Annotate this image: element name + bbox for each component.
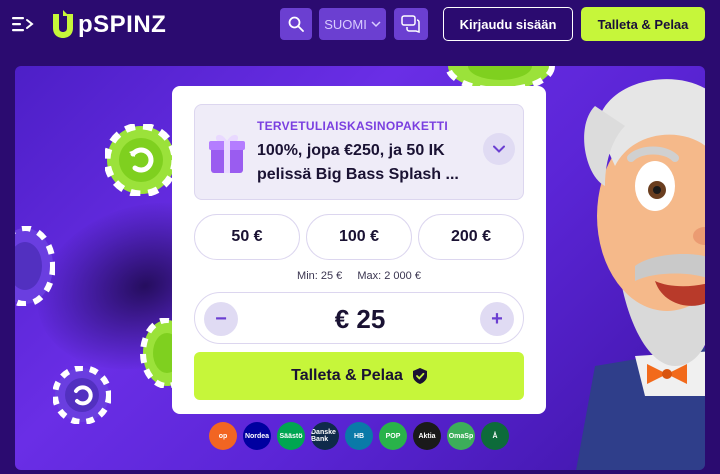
chip-icon — [53, 366, 111, 424]
logo-mark-icon — [53, 10, 73, 38]
deposit-play-button[interactable]: Talleta & Pelaa — [194, 352, 524, 400]
expand-promo-button[interactable] — [483, 133, 515, 165]
search-button[interactable] — [280, 8, 312, 40]
amount-options: 50 € 100 € 200 € — [194, 214, 524, 260]
promo-text: 100%, jopa €250, ja 50 IK pelissä Big Ba… — [257, 142, 459, 183]
language-select[interactable]: SUOMI — [319, 8, 386, 40]
deposit-card: TERVETULIAISKASINOPAKETTI 100%, jopa €25… — [172, 86, 546, 414]
increase-button[interactable]: + — [480, 302, 514, 336]
amount-stepper: € 25 − + — [194, 292, 524, 344]
chevron-down-icon — [493, 145, 505, 153]
mascot-illustration — [576, 79, 705, 470]
payment-logo-aktia: Aktia — [413, 422, 441, 450]
logo[interactable]: pSPINZ — [50, 8, 166, 42]
chat-button[interactable] — [394, 8, 428, 40]
logo-text: pSPINZ — [78, 11, 167, 38]
chat-icon — [401, 15, 420, 33]
deposit-limits: Min: 25 € Max: 2 000 € — [172, 270, 546, 282]
payment-logo-danske: Danske Bank — [311, 422, 339, 450]
chip-icon — [15, 226, 55, 306]
max-limit: Max: 2 000 € — [357, 270, 421, 282]
top-bar: pSPINZ SUOMI Kirjaudu sisään Talleta & P… — [0, 0, 720, 50]
amount-value[interactable]: € 25 — [195, 293, 525, 345]
menu-icon[interactable] — [12, 14, 34, 34]
language-label: SUOMI — [324, 16, 367, 32]
amount-option-200[interactable]: 200 € — [418, 214, 524, 260]
chevron-down-icon — [371, 21, 381, 28]
amount-option-100[interactable]: 100 € — [306, 214, 412, 260]
chip-icon — [105, 124, 177, 196]
shield-check-icon — [412, 368, 427, 384]
payment-logo-alandsbanken: Å — [481, 422, 509, 450]
gift-icon — [209, 134, 245, 173]
payment-logo-omasp: OmaSp — [447, 422, 475, 450]
deposit-play-header-button[interactable]: Talleta & Pelaa — [581, 7, 705, 41]
promo-box[interactable]: TERVETULIAISKASINOPAKETTI 100%, jopa €25… — [194, 104, 524, 200]
play-button-label: Talleta & Pelaa — [291, 367, 403, 384]
payment-logo-nordea: Nordea — [243, 422, 271, 450]
login-button[interactable]: Kirjaudu sisään — [443, 7, 573, 41]
min-limit: Min: 25 € — [297, 270, 343, 282]
payment-logo-saastopankki: Säästö — [277, 422, 305, 450]
payment-logo-op: op — [209, 422, 237, 450]
amount-option-50[interactable]: 50 € — [194, 214, 300, 260]
payment-logo-handelsbanken: HB — [345, 422, 373, 450]
search-icon — [288, 16, 304, 32]
promo-label: TERVETULIAISKASINOPAKETTI — [257, 119, 449, 133]
decrease-button[interactable]: − — [204, 302, 238, 336]
payment-logo-pop: POP — [379, 422, 407, 450]
